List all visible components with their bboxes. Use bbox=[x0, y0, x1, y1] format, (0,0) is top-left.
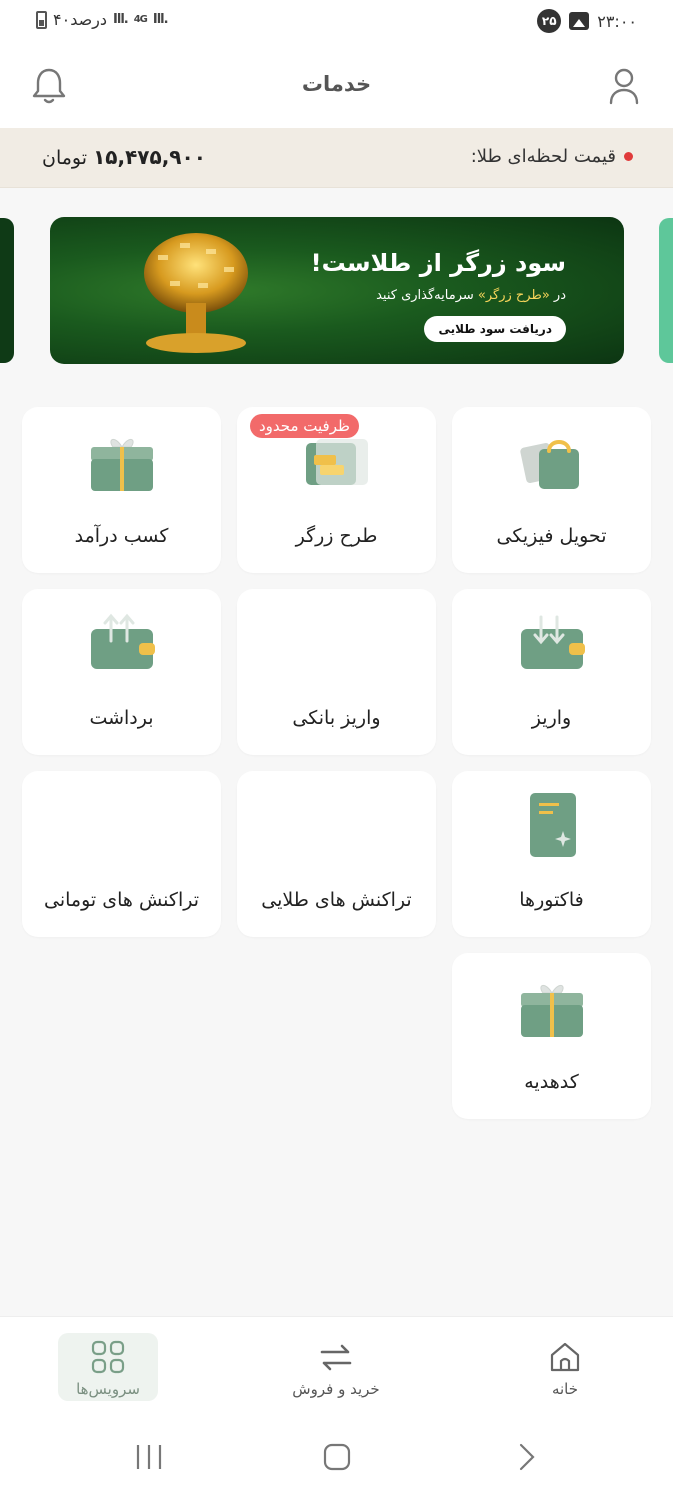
service-label: واریز بانکی bbox=[292, 707, 381, 729]
banner-subtitle: در «طرح زرگر» سرمایه‌گذاری کنید bbox=[376, 288, 566, 303]
service-card-bank-deposit[interactable]: واریز بانکی bbox=[237, 589, 436, 755]
battery-text: ۴۰درصد bbox=[53, 10, 108, 29]
shopping-bag-icon bbox=[519, 440, 579, 489]
nav-services[interactable]: سرویس‌ها bbox=[58, 1333, 158, 1401]
gold-price-unit: تومان bbox=[42, 147, 88, 169]
system-nav-bar bbox=[0, 1416, 673, 1500]
promo-banner[interactable]: سود زرگر از طلاست! در «طرح زرگر» سرمایه‌… bbox=[50, 217, 624, 364]
banner-next-peek[interactable] bbox=[659, 218, 673, 363]
invoice-icon bbox=[529, 793, 576, 857]
banner-prev-peek[interactable] bbox=[0, 218, 14, 363]
gold-price-label-text: قیمت لحظه‌ای طلا: bbox=[470, 146, 616, 167]
page-title: خدمات bbox=[301, 72, 372, 96]
clock: ۲۳:۰۰ bbox=[597, 11, 637, 31]
service-label: تراکنش های تومانی bbox=[43, 889, 199, 911]
gold-price-value: ۱۵,۴۷۵,۹۰۰ تومان bbox=[42, 145, 206, 169]
app-header: خدمات bbox=[0, 44, 673, 128]
wallet-withdraw-icon bbox=[90, 613, 155, 669]
home-icon bbox=[550, 1342, 580, 1372]
gold-tree-illustration bbox=[144, 233, 248, 353]
nav-buy-sell-label: خرید و فروش bbox=[292, 1380, 380, 1398]
service-label: تراکنش های طلایی bbox=[261, 889, 412, 911]
service-label: برداشت bbox=[89, 707, 154, 729]
nav-home[interactable]: خانه bbox=[515, 1333, 615, 1401]
user-profile-icon[interactable] bbox=[609, 66, 639, 106]
service-card-earn-income[interactable]: کسب درآمد bbox=[22, 407, 221, 573]
banner-sub-prefix: در bbox=[553, 288, 566, 303]
nav-services-label: سرویس‌ها bbox=[76, 1380, 140, 1398]
back-chevron-icon[interactable] bbox=[512, 1442, 542, 1472]
gift-code-icon bbox=[520, 985, 583, 1037]
signal-icon-2: Ill. bbox=[152, 12, 169, 27]
service-card-gold-transactions[interactable]: تراکنش های طلایی bbox=[237, 771, 436, 937]
gallery-icon bbox=[569, 12, 590, 30]
gold-price-label: قیمت لحظه‌ای طلا: bbox=[471, 146, 633, 167]
banner-sub-suffix: سرمایه‌گذاری کنید bbox=[376, 288, 474, 303]
service-label: طرح زرگر bbox=[295, 525, 378, 547]
service-label: فاکتورها bbox=[519, 889, 584, 911]
service-label: واریز bbox=[531, 707, 572, 729]
banner-cta-button[interactable]: دریافت سود طلایی bbox=[424, 316, 566, 342]
gift-icon bbox=[90, 439, 153, 491]
nav-home-label: خانه bbox=[551, 1380, 579, 1398]
banner-headline: سود زرگر از طلاست! bbox=[310, 249, 566, 277]
service-card-withdraw[interactable]: برداشت bbox=[22, 589, 221, 755]
grid-icon bbox=[91, 1340, 125, 1374]
battery-icon bbox=[36, 10, 47, 29]
service-card-deposit[interactable]: واریز bbox=[452, 589, 651, 755]
home-button-icon[interactable] bbox=[322, 1442, 352, 1472]
service-card-physical-delivery[interactable]: تحویل فیزیکی bbox=[452, 407, 651, 573]
nav-buy-sell[interactable]: خرید و فروش bbox=[286, 1333, 386, 1401]
service-label: کسب درآمد bbox=[74, 525, 169, 547]
notification-count-badge: ۲۵ bbox=[537, 9, 562, 33]
live-dot-icon bbox=[624, 152, 633, 161]
service-label: تحویل فیزیکی bbox=[496, 525, 607, 547]
banner-sub-highlight: «طرح زرگر» bbox=[477, 288, 550, 303]
service-card-toman-transactions[interactable]: تراکنش های تومانی bbox=[22, 771, 221, 937]
network-type: 4G bbox=[133, 14, 148, 25]
status-left: ۴۰درصد Ill. 4G Ill. bbox=[36, 10, 169, 29]
signal-icon: Ill. bbox=[113, 12, 129, 27]
wallet-deposit-icon bbox=[520, 615, 585, 669]
bottom-nav: خانه خرید و فروش سرویس‌ها bbox=[0, 1316, 673, 1416]
service-label: کدهدیه bbox=[524, 1071, 579, 1093]
limited-capacity-badge: ظرفیت محدود bbox=[250, 414, 359, 438]
gold-price-number: ۱۵,۴۷۵,۹۰۰ bbox=[93, 145, 206, 169]
gold-price-strip: قیمت لحظه‌ای طلا: ۱۵,۴۷۵,۹۰۰ تومان bbox=[0, 128, 673, 188]
status-bar: ۴۰درصد Ill. 4G Ill. ۲۵ ۲۳:۰۰ bbox=[0, 0, 673, 44]
gold-bars-icon bbox=[305, 439, 368, 485]
swap-arrows-icon bbox=[320, 1344, 352, 1371]
status-right: ۲۵ ۲۳:۰۰ bbox=[537, 9, 637, 33]
service-card-invoices[interactable]: فاکتورها bbox=[452, 771, 651, 937]
recent-apps-icon[interactable] bbox=[134, 1442, 164, 1472]
service-card-gift-code[interactable]: کدهدیه bbox=[452, 953, 651, 1119]
